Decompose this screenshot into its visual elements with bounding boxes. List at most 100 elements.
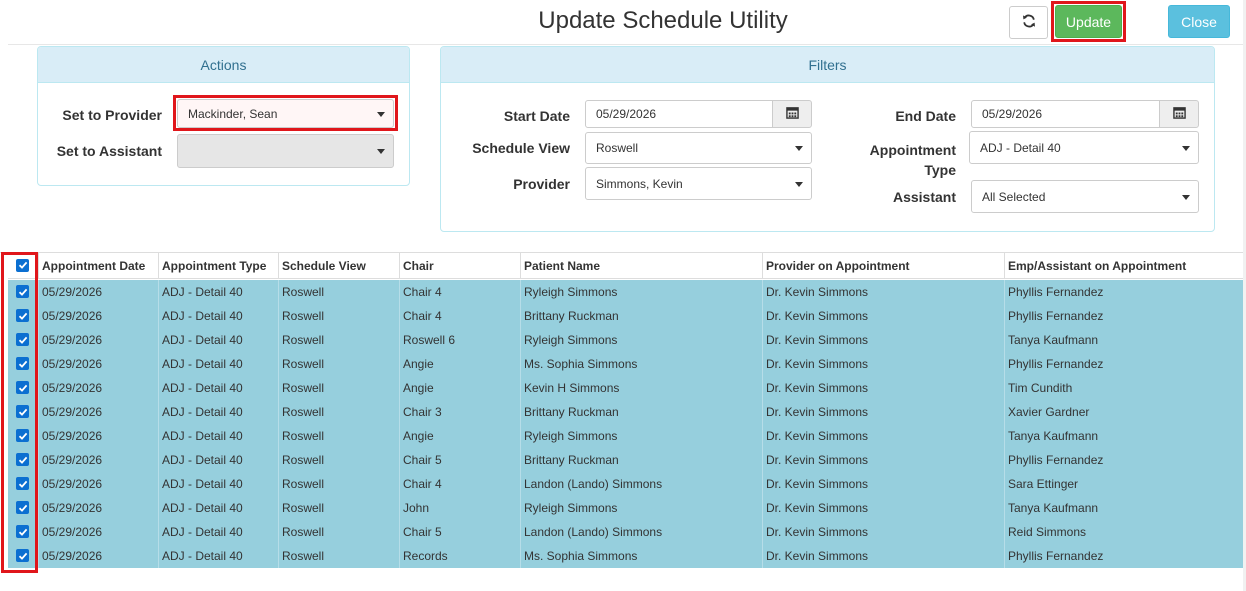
actions-heading: Actions [38,47,409,83]
cell-emp-assistant-on-appointment: Phyllis Fernandez [1004,448,1246,472]
set-provider-value: Mackinder, Sean [188,106,278,121]
table-row[interactable]: 05/29/2026 ADJ - Detail 40 Roswell Angie Ms.… [8,352,1246,376]
column-header-chair[interactable]: Chair [399,253,520,278]
column-header-appointment-date[interactable]: Appointment Date [38,253,158,278]
cell-appointment-type: ADJ - Detail 40 [158,544,278,568]
table-row[interactable]: 05/29/2026 ADJ - Detail 40 Roswell Chair 3B… [8,400,1246,424]
cell-provider-on-appointment: Dr. Kevin Simmons [762,352,1004,376]
cell-schedule-view: Roswell [278,328,399,352]
cell-appointment-date: 05/29/2026 [38,472,158,496]
table-row[interactable]: 05/29/2026 ADJ - Detail 40 Roswell Records M… [8,544,1246,568]
cell-schedule-view: Roswell [278,544,399,568]
cell-emp-assistant-on-appointment: Reid Simmons [1004,520,1246,544]
cell-schedule-view: Roswell [278,424,399,448]
appointment-type-label: Appointment Type [840,140,956,180]
cell-emp-assistant-on-appointment: Tim Cundith [1004,376,1246,400]
cell-chair: Roswell 6 [399,328,520,352]
cell-appointment-type: ADJ - Detail 40 [158,328,278,352]
start-date-label: Start Date [503,108,570,124]
column-header-emp-assistant-on-appointment[interactable]: Emp/Assistant on Appointment [1004,253,1246,278]
schedule-view-label: Schedule View [472,140,570,156]
cell-patient-name: Ryleigh Simmons [520,496,762,520]
column-header-schedule-view[interactable]: Schedule View [278,253,399,278]
cell-provider-on-appointment: Dr. Kevin Simmons [762,496,1004,520]
table-row[interactable]: 05/29/2026 ADJ - Detail 40 Roswell Angie Kev… [8,376,1246,400]
set-provider-select[interactable]: Mackinder, Sean [177,99,394,128]
set-assistant-select[interactable] [177,134,394,168]
schedule-view-value: Roswell [596,141,639,155]
table-row[interactable]: 05/29/2026 ADJ - Detail 40 Roswell Chair 4R… [8,280,1246,304]
cell-chair: John [399,496,520,520]
filters-heading: Filters [441,47,1214,83]
cell-emp-assistant-on-appointment: Phyllis Fernandez [1004,304,1246,328]
table-row[interactable]: 05/29/2026 ADJ - Detail 40 Roswell Chair 5L… [8,520,1246,544]
cell-patient-name: Brittany Ruckman [520,448,762,472]
update-button[interactable]: Update [1055,5,1122,38]
cell-schedule-view: Roswell [278,472,399,496]
cell-appointment-type: ADJ - Detail 40 [158,472,278,496]
cell-emp-assistant-on-appointment: Tanya Kaufmann [1004,424,1246,448]
cell-schedule-view: Roswell [278,496,399,520]
cell-schedule-view: Roswell [278,400,399,424]
set-provider-label: Set to Provider [62,107,162,123]
cell-appointment-date: 05/29/2026 [38,424,158,448]
cell-emp-assistant-on-appointment: Phyllis Fernandez [1004,352,1246,376]
end-date-input[interactable]: 05/29/2026 [971,100,1160,128]
cell-provider-on-appointment: Dr. Kevin Simmons [762,544,1004,568]
cell-emp-assistant-on-appointment: Sara Ettinger [1004,472,1246,496]
refresh-icon [1022,14,1036,31]
refresh-button[interactable] [1009,6,1048,39]
cell-appointment-date: 05/29/2026 [38,328,158,352]
provider-label: Provider [513,176,570,192]
cell-chair: Chair 5 [399,520,520,544]
chevron-down-icon [795,146,803,151]
start-date-calendar-button[interactable] [772,100,812,128]
table-row[interactable]: 05/29/2026 ADJ - Detail 40 Roswell Chair 4B… [8,304,1246,328]
table-row[interactable]: 05/29/2026 ADJ - Detail 40 Roswell Angie Ryl… [8,424,1246,448]
checkbox-column-highlight [1,252,38,573]
end-date-calendar-button[interactable] [1159,100,1199,128]
cell-provider-on-appointment: Dr. Kevin Simmons [762,280,1004,304]
cell-appointment-date: 05/29/2026 [38,400,158,424]
cell-provider-on-appointment: Dr. Kevin Simmons [762,400,1004,424]
table-row[interactable]: 05/29/2026 ADJ - Detail 40 Roswell Chair 4L… [8,472,1246,496]
header-divider [8,44,1246,45]
column-header-appointment-type[interactable]: Appointment Type [158,253,278,278]
assistant-label: Assistant [892,189,956,205]
cell-appointment-type: ADJ - Detail 40 [158,496,278,520]
close-button[interactable]: Close [1168,5,1230,38]
table-row[interactable]: 05/29/2026 ADJ - Detail 40 Roswell Roswell … [8,328,1246,352]
cell-provider-on-appointment: Dr. Kevin Simmons [762,520,1004,544]
cell-chair: Chair 4 [399,280,520,304]
cell-patient-name: Brittany Ruckman [520,304,762,328]
update-highlight: Update [1051,1,1126,42]
assistant-select[interactable]: All Selected [971,180,1199,213]
cell-schedule-view: Roswell [278,520,399,544]
cell-chair: Records [399,544,520,568]
appointment-type-label-line2: Type [924,162,956,178]
table-row[interactable]: 05/29/2026 ADJ - Detail 40 Roswell John Ryle… [8,496,1246,520]
cell-patient-name: Ryleigh Simmons [520,424,762,448]
cell-provider-on-appointment: Dr. Kevin Simmons [762,304,1004,328]
cell-emp-assistant-on-appointment: Xavier Gardner [1004,400,1246,424]
cell-chair: Chair 4 [399,304,520,328]
cell-emp-assistant-on-appointment: Phyllis Fernandez [1004,544,1246,568]
column-header-patient-name[interactable]: Patient Name [520,253,762,278]
column-header-provider-on-appointment[interactable]: Provider on Appointment [762,253,1004,278]
cell-patient-name: Landon (Lando) Simmons [520,520,762,544]
cell-emp-assistant-on-appointment: Tanya Kaufmann [1004,328,1246,352]
cell-chair: Angie [399,352,520,376]
appointment-type-select[interactable]: ADJ - Detail 40 [969,131,1199,164]
cell-appointment-type: ADJ - Detail 40 [158,352,278,376]
provider-select[interactable]: Simmons, Kevin [585,167,812,200]
chevron-down-icon [1182,194,1190,200]
table-row[interactable]: 05/29/2026 ADJ - Detail 40 Roswell Chair 5B… [8,448,1246,472]
cell-schedule-view: Roswell [278,304,399,328]
cell-chair: Chair 3 [399,400,520,424]
cell-emp-assistant-on-appointment: Phyllis Fernandez [1004,280,1246,304]
start-date-input[interactable]: 05/29/2026 [585,100,773,128]
grid-header-row: Appointment Date Appointment Type Schedule… [8,253,1246,279]
cell-appointment-type: ADJ - Detail 40 [158,424,278,448]
cell-schedule-view: Roswell [278,280,399,304]
schedule-view-select[interactable]: Roswell [585,132,812,164]
